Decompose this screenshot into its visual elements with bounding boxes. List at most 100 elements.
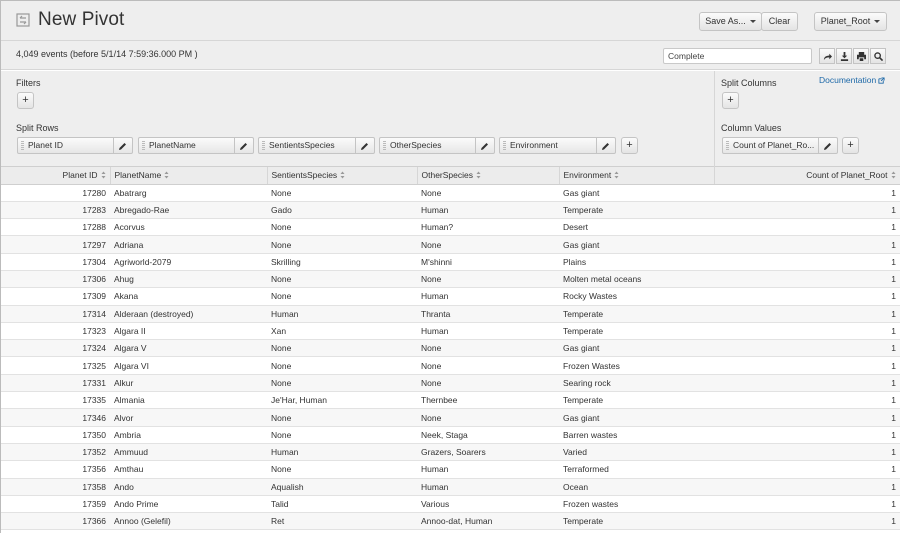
sort-icon[interactable]: [340, 171, 345, 179]
cell-other-species: Various: [417, 495, 559, 514]
cell-sentients-species: None: [267, 184, 417, 202]
table-row[interactable]: 17350 Ambria None Neek, Staga Barren wastes 1: [1, 426, 900, 444]
split-row-pill-planet-id[interactable]: Planet ID: [17, 137, 133, 154]
cell-count: 1: [714, 322, 900, 341]
cell-count: 1: [714, 218, 900, 237]
cell-planet-name: Ammuud: [110, 443, 267, 462]
add-split-row-button[interactable]: +: [621, 137, 638, 154]
split-row-pill-planet-name[interactable]: PlanetName: [138, 137, 254, 154]
drag-handle-icon[interactable]: [383, 141, 386, 150]
pencil-icon: [602, 142, 609, 150]
cell-other-species: None: [417, 356, 559, 375]
save-as-button[interactable]: Save As...: [699, 12, 762, 31]
column-value-pill-count[interactable]: Count of Planet_Ro...: [722, 137, 838, 154]
table-row[interactable]: 17335 Almania Je'Har, Human Thernbee Tempera…: [1, 391, 900, 410]
table-row[interactable]: 17356 Amthau None Human Terraformed 1: [1, 460, 900, 479]
edit-split-row-button[interactable]: [475, 138, 494, 153]
column-header-planet-name[interactable]: PlanetName: [110, 167, 268, 185]
config-divider: [714, 71, 715, 167]
cell-sentients-species: Human: [267, 305, 417, 323]
cell-other-species: Human?: [417, 218, 559, 237]
edit-column-value-button[interactable]: [818, 138, 837, 153]
sort-icon[interactable]: [164, 171, 169, 179]
cell-count: 1: [714, 287, 900, 306]
split-rows-label: Split Rows: [16, 123, 59, 133]
table-row[interactable]: 17325 Algara VI None None Frozen Wastes 1: [1, 356, 900, 375]
clear-button[interactable]: Clear: [761, 12, 798, 31]
table-row[interactable]: 17323 Algara II Xan Human Temperate 1: [1, 322, 900, 341]
table-row[interactable]: 17288 Acorvus None Human? Desert 1: [1, 218, 900, 237]
dataset-button[interactable]: Planet_Root: [814, 12, 887, 31]
column-header-environment[interactable]: Environment: [559, 167, 715, 185]
cell-planet-id: 17350: [1, 426, 110, 444]
table-row[interactable]: 17358 Ando Aqualish Human Ocean 1: [1, 478, 900, 496]
drag-handle-icon[interactable]: [262, 141, 265, 150]
cell-sentients-species: Je'Har, Human: [267, 391, 417, 410]
table-row[interactable]: 17331 Alkur None None Searing rock 1: [1, 374, 900, 393]
export-button[interactable]: [836, 48, 852, 64]
table-row[interactable]: 17346 Alvor None None Gas giant 1: [1, 408, 900, 427]
drag-handle-icon[interactable]: [726, 141, 729, 150]
chevron-down-icon: [749, 20, 756, 24]
column-header-planet-id[interactable]: Planet ID: [1, 167, 111, 185]
share-button[interactable]: [819, 48, 835, 64]
documentation-label: Documentation: [819, 75, 877, 85]
add-column-value-button[interactable]: +: [842, 137, 859, 154]
split-row-pill-other-species[interactable]: OtherSpecies: [379, 137, 495, 154]
table-row[interactable]: 17297 Adriana None None Gas giant 1: [1, 235, 900, 254]
pill-label: SentientsSpecies: [269, 140, 335, 150]
table-row[interactable]: 17280 Abatrarg None None Gas giant 1: [1, 184, 900, 202]
table-row[interactable]: 17283 Abregado-Rae Gado Human Temperate 1: [1, 201, 900, 220]
table-row[interactable]: 17314 Alderaan (destroyed) Human Thranta Tem…: [1, 305, 900, 323]
column-header-other-species[interactable]: OtherSpecies: [417, 167, 560, 185]
split-row-pill-environment[interactable]: Environment: [499, 137, 616, 154]
cell-planet-name: Alkur: [110, 374, 267, 393]
edit-split-row-button[interactable]: [234, 138, 253, 153]
column-header-label: SentientsSpecies: [271, 170, 338, 181]
table-row[interactable]: 17324 Algara V None None Gas giant 1: [1, 339, 900, 358]
cell-planet-id: 17283: [1, 201, 110, 220]
cell-planet-id: 17323: [1, 322, 110, 341]
edit-split-row-button[interactable]: [355, 138, 374, 153]
add-split-column-button[interactable]: +: [722, 92, 739, 109]
cell-planet-name: Ahug: [110, 270, 267, 289]
page-header: New Pivot Save As... Clear Planet_Root: [1, 1, 900, 41]
cell-count: 1: [714, 408, 900, 427]
cell-count: 1: [714, 235, 900, 254]
split-row-pill-sentients-species[interactable]: SentientsSpecies: [258, 137, 375, 154]
cell-other-species: None: [417, 374, 559, 393]
table-row[interactable]: 17352 Ammuud Human Grazers, Soarers Varied 1: [1, 443, 900, 462]
cell-planet-name: Agriworld-2079: [110, 253, 267, 271]
table-row[interactable]: 17304 Agriworld-2079 Skrilling M'shinni Plai…: [1, 253, 900, 271]
sort-icon[interactable]: [101, 171, 106, 179]
inspect-button[interactable]: [870, 48, 886, 64]
table-row[interactable]: 17359 Ando Prime Talid Various Frozen wastes…: [1, 495, 900, 514]
cell-sentients-species: Gado: [267, 201, 417, 220]
cell-environment: Frozen Wastes: [559, 356, 714, 375]
edit-split-row-button[interactable]: [596, 138, 615, 153]
drag-handle-icon[interactable]: [21, 141, 24, 150]
add-filter-button[interactable]: +: [17, 92, 34, 109]
pill-label: OtherSpecies: [390, 140, 442, 150]
sort-icon[interactable]: [614, 171, 619, 179]
cell-count: 1: [714, 184, 900, 202]
table-row[interactable]: 17309 Akana None Human Rocky Wastes 1: [1, 287, 900, 306]
results-table-container: Planet ID PlanetName SentientsSpecies Other…: [1, 167, 900, 533]
column-header-sentients-species[interactable]: SentientsSpecies: [267, 167, 418, 185]
sort-icon[interactable]: [891, 171, 896, 179]
sort-icon[interactable]: [476, 171, 481, 179]
print-icon: [856, 51, 866, 61]
cell-planet-id: 17309: [1, 287, 110, 306]
print-button[interactable]: [853, 48, 869, 64]
chevron-down-icon: [874, 20, 881, 24]
table-row[interactable]: 17366 Annoo (Gelefil) Ret Annoo-dat, Human T…: [1, 512, 900, 531]
drag-handle-icon[interactable]: [142, 141, 145, 150]
cell-other-species: None: [417, 408, 559, 427]
cell-count: 1: [714, 270, 900, 289]
documentation-link[interactable]: Documentation: [819, 75, 885, 85]
cell-environment: Searing rock: [559, 374, 714, 393]
drag-handle-icon[interactable]: [503, 141, 506, 150]
table-row[interactable]: 17306 Ahug None None Molten metal oceans 1: [1, 270, 900, 289]
edit-split-row-button[interactable]: [113, 138, 132, 153]
column-header-count[interactable]: Count of Planet_Root: [714, 167, 900, 185]
